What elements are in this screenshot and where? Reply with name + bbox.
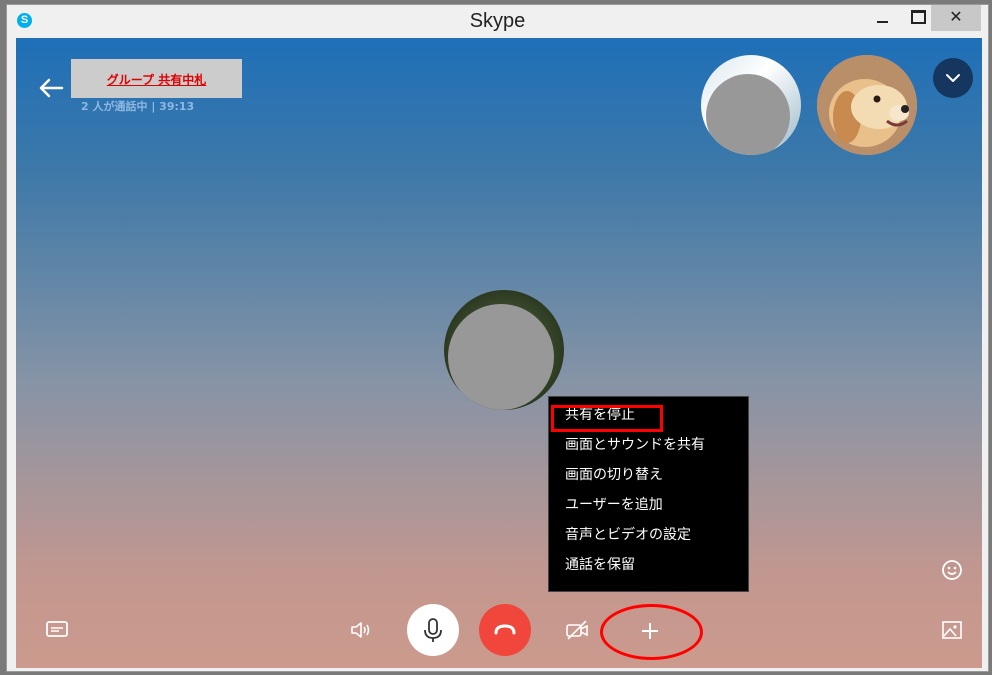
image-icon[interactable] [940, 618, 964, 642]
hang-up-button[interactable] [479, 604, 531, 656]
participant-avatar[interactable] [817, 55, 917, 155]
chat-icon[interactable] [44, 618, 70, 642]
maximize-icon [910, 9, 926, 24]
minimize-icon [876, 20, 888, 23]
emoji-icon[interactable] [940, 558, 964, 582]
call-view: グループ 共有中札 2 人が通話中 | 39:13 共有を停止 画面とサウンドを… [16, 38, 982, 668]
video-off-icon[interactable] [564, 618, 590, 642]
skype-window: S Skype ✕ グループ 共有中札 2 人が通話中 | 39:13 共有を停… [6, 4, 989, 672]
call-status: 2 人が通話中 | 39:13 [81, 100, 195, 113]
participant-avatar[interactable] [701, 55, 801, 155]
menu-item-hold-call[interactable]: 通話を保留 [565, 554, 635, 578]
collapse-button[interactable] [933, 58, 973, 98]
call-title: グループ 共有中札 [106, 73, 207, 87]
menu-item-audio-video-settings[interactable]: 音声とビデオの設定 [565, 524, 691, 548]
hang-up-icon [494, 624, 516, 635]
dog-photo-icon [817, 55, 917, 155]
back-arrow-icon[interactable] [38, 76, 64, 100]
microphone-button[interactable] [407, 604, 459, 656]
microphone-icon [424, 618, 442, 642]
window-title: Skype [469, 10, 526, 32]
main-participant-avatar [444, 290, 564, 410]
call-title-box: グループ 共有中札 [71, 59, 242, 98]
annotation-highlight-ellipse [600, 604, 703, 660]
redaction-circle [706, 74, 790, 155]
close-button[interactable]: ✕ [931, 5, 981, 31]
menu-item-share-screen-sound[interactable]: 画面とサウンドを共有 [565, 434, 705, 458]
menu-item-switch-screen[interactable]: 画面の切り替え [565, 464, 663, 488]
redaction-circle [448, 304, 554, 410]
speaker-icon[interactable] [348, 618, 374, 642]
share-menu: 共有を停止 画面とサウンドを共有 画面の切り替え ユーザーを追加 音声とビデオの… [548, 396, 749, 592]
close-icon: ✕ [949, 7, 963, 26]
chevron-down-icon [946, 74, 960, 82]
annotation-highlight-rect [551, 405, 663, 432]
minimize-button[interactable] [865, 5, 899, 31]
menu-item-add-user[interactable]: ユーザーを追加 [565, 494, 663, 518]
maximize-button[interactable] [901, 5, 935, 31]
title-bar: S Skype ✕ [7, 5, 988, 37]
